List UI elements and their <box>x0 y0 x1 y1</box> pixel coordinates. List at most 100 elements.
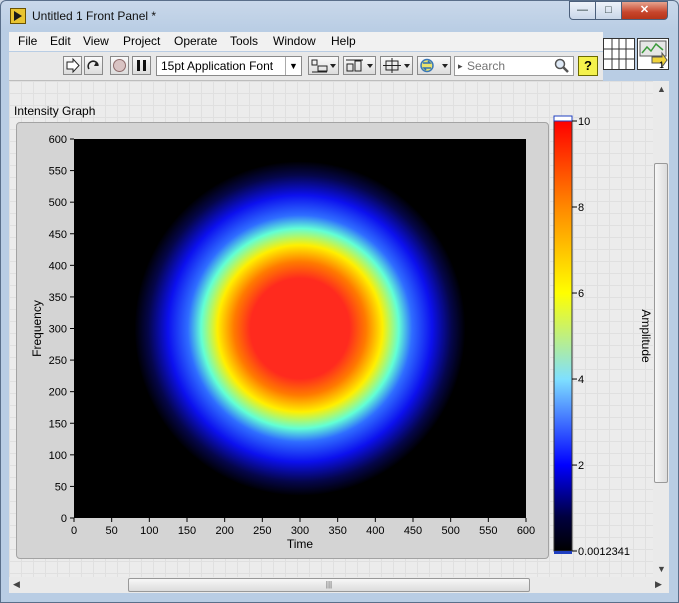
search-icon[interactable] <box>553 57 571 75</box>
x-tick-label: 500 <box>441 525 459 537</box>
x-tick-label: 50 <box>106 525 118 537</box>
pause-button[interactable] <box>132 56 151 75</box>
connector-pane[interactable] <box>603 38 635 70</box>
menu-project[interactable]: Project <box>123 34 160 48</box>
front-panel-window: Untitled 1 Front Panel * — □ ✕ File Edit… <box>0 0 679 603</box>
align-objects-icon <box>311 59 336 73</box>
search-dropdown-icon[interactable]: ▸ <box>458 61 463 72</box>
y-tick-label: 200 <box>49 387 67 399</box>
menu-view[interactable]: View <box>83 34 109 48</box>
menu-window[interactable]: Window <box>273 34 316 48</box>
menu-tools[interactable]: Tools <box>230 34 258 48</box>
x-tick-label: 0 <box>71 525 77 537</box>
run-arrow-icon <box>66 57 80 74</box>
menu-bar: File Edit View Project Operate Tools Win… <box>9 32 603 51</box>
window-title: Untitled 1 Front Panel * <box>32 9 157 23</box>
horizontal-scroll-thumb[interactable]: ||| <box>128 578 530 592</box>
vi-icon-number: 1 <box>659 60 664 69</box>
scroll-up-icon[interactable]: ▲ <box>657 84 666 94</box>
y-tick-label: 400 <box>49 260 67 272</box>
x-tick-label: 200 <box>215 525 233 537</box>
color-scale-max-marker[interactable] <box>553 115 573 122</box>
reorder-button[interactable] <box>417 56 451 75</box>
color-scale-label: Amplitude <box>639 309 653 363</box>
horizontal-scrollbar[interactable]: ◀ ||| ▶ <box>9 577 669 593</box>
close-button[interactable]: ✕ <box>621 1 668 20</box>
color-scale-ticks: 10 8 6 4 2 0.0012341 <box>572 116 630 558</box>
x-axis-ticks: 0 50 100 150 200 250 300 350 400 450 500 550 600 <box>71 518 535 537</box>
maximize-icon: □ <box>605 4 612 16</box>
color-scale-tick-label: 6 <box>578 288 584 300</box>
title-bar[interactable]: Untitled 1 Front Panel * — □ ✕ <box>1 1 678 31</box>
close-icon: ✕ <box>639 4 650 16</box>
y-tick-label: 550 <box>49 166 67 178</box>
run-continuously-button[interactable] <box>84 56 103 75</box>
scroll-left-icon[interactable]: ◀ <box>13 579 20 590</box>
align-objects-button[interactable] <box>308 56 339 75</box>
color-scale-min-marker[interactable] <box>554 551 572 554</box>
stop-icon <box>113 59 126 72</box>
resize-objects-button[interactable] <box>380 56 413 75</box>
vi-icon[interactable]: 1 <box>637 38 669 70</box>
x-axis-label: Time <box>287 537 314 551</box>
y-tick-label: 450 <box>49 229 67 241</box>
labview-app-icon <box>10 8 26 24</box>
x-tick-label: 600 <box>517 525 535 537</box>
distribute-objects-icon <box>346 59 373 72</box>
y-tick-label: 100 <box>49 450 67 462</box>
menu-operate[interactable]: Operate <box>174 34 217 48</box>
front-panel-canvas: Intensity Graph 0 50 100 150 200 250 300… <box>9 81 653 577</box>
x-tick-label: 150 <box>178 525 196 537</box>
vi-default-icon: 1 <box>639 40 668 69</box>
y-tick-label: 300 <box>49 324 67 336</box>
menu-edit[interactable]: Edit <box>50 34 71 48</box>
color-scale-tick-label: 8 <box>578 202 584 214</box>
intensity-peak-region <box>135 161 465 496</box>
abort-button[interactable] <box>110 56 129 75</box>
y-tick-label: 600 <box>49 134 67 146</box>
run-button[interactable] <box>63 56 82 75</box>
toolbar: 15pt Application Font ▼ ▸ ? <box>9 52 603 81</box>
reorder-icon <box>420 58 448 73</box>
menu-help[interactable]: Help <box>331 34 356 48</box>
x-tick-label: 250 <box>253 525 271 537</box>
x-tick-label: 400 <box>366 525 384 537</box>
color-scale-bar[interactable] <box>553 120 573 552</box>
x-tick-label: 300 <box>291 525 309 537</box>
resize-objects-icon <box>383 58 410 73</box>
distribute-objects-button[interactable] <box>343 56 376 75</box>
font-selector[interactable]: 15pt Application Font ▼ <box>156 56 302 76</box>
search-input[interactable] <box>467 58 547 74</box>
y-tick-label: 350 <box>49 292 67 304</box>
y-axis-label: Frequency <box>30 300 44 357</box>
vertical-scrollbar[interactable]: ▲ ▼ <box>653 81 669 577</box>
y-tick-label: 0 <box>61 513 67 525</box>
y-tick-label: 250 <box>49 355 67 367</box>
y-tick-label: 150 <box>49 418 67 430</box>
scroll-right-icon[interactable]: ▶ <box>655 579 662 590</box>
color-scale-tick-label: 0.0012341 <box>578 546 630 558</box>
scroll-down-icon[interactable]: ▼ <box>657 564 666 574</box>
run-continuously-icon <box>87 60 99 70</box>
maximize-button[interactable]: □ <box>595 1 622 20</box>
x-tick-label: 450 <box>404 525 422 537</box>
y-tick-label: 50 <box>55 481 67 493</box>
chevron-down-icon: ▼ <box>285 57 301 75</box>
pause-icon <box>137 60 146 71</box>
x-tick-label: 350 <box>328 525 346 537</box>
search-box: ▸ <box>454 56 574 76</box>
menu-file[interactable]: File <box>18 34 37 48</box>
color-scale-tick-label: 2 <box>578 460 584 472</box>
context-help-button[interactable]: ? <box>578 56 598 76</box>
y-axis-ticks: 0 50 100 150 200 250 300 350 400 450 500 550 600 <box>49 134 74 525</box>
connector-pane-icon <box>604 39 634 69</box>
minimize-button[interactable]: — <box>569 1 596 20</box>
color-scale-tick-label: 4 <box>578 374 584 386</box>
intensity-graph[interactable]: 0 50 100 150 200 250 300 350 400 450 500 550 600 050… <box>9 81 653 577</box>
font-selector-label: 15pt Application Font <box>161 59 274 73</box>
x-tick-label: 100 <box>140 525 158 537</box>
color-scale-tick-label: 10 <box>578 116 590 128</box>
vertical-scroll-thumb[interactable] <box>654 163 668 483</box>
x-tick-label: 550 <box>479 525 497 537</box>
y-tick-label: 500 <box>49 197 67 209</box>
